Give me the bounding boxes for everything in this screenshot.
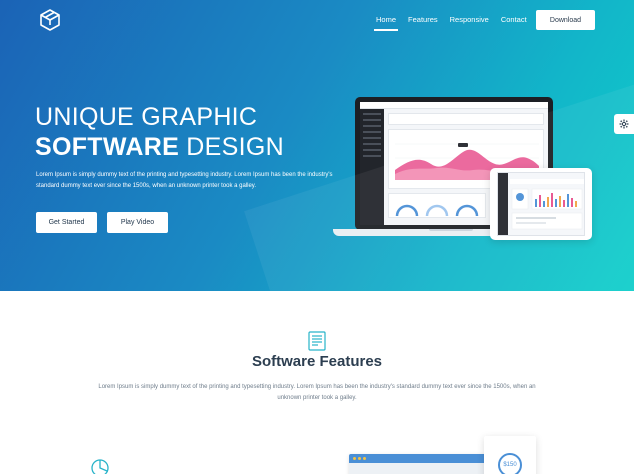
hero-description: Lorem Ipsum is simply dummy text of the … <box>36 172 333 189</box>
hero-section: Home Features Responsive Contact Downloa… <box>0 0 634 291</box>
document-list-icon <box>308 331 326 351</box>
pie-chart-icon <box>91 459 109 474</box>
price-card: $150 <box>484 436 536 474</box>
laptop-mockup <box>355 97 553 230</box>
play-video-button[interactable]: Play Video <box>107 212 168 233</box>
settings-toggle[interactable] <box>614 114 634 134</box>
tablet-screen <box>497 172 585 236</box>
tablet-mockup <box>490 168 592 240</box>
nav-responsive[interactable]: Responsive <box>450 15 489 24</box>
nav-features[interactable]: Features <box>408 15 438 24</box>
download-button[interactable]: Download <box>536 10 595 30</box>
wave-chart <box>395 143 539 180</box>
cube-logo-icon[interactable] <box>38 8 62 32</box>
gear-icon <box>619 119 629 129</box>
get-started-button[interactable]: Get Started <box>36 212 97 233</box>
hero-title-bold: SOFTWARE <box>35 133 180 161</box>
hero-title-line2: SOFTWARE DESIGN <box>35 133 284 162</box>
main-nav: Home Features Responsive Contact <box>373 0 539 38</box>
price-value: $150 <box>498 453 522 474</box>
hero-title-light: DESIGN <box>179 133 284 161</box>
laptop-base <box>333 229 569 236</box>
features-description: Lorem Ipsum is simply dummy text of the … <box>98 384 536 401</box>
features-title: Software Features <box>251 353 383 370</box>
wave-chart-card <box>388 129 544 189</box>
nav-contact[interactable]: Contact <box>501 15 527 24</box>
hero-title-line1: UNIQUE GRAPHIC <box>35 103 258 131</box>
tablet-dashboard <box>510 179 584 230</box>
laptop-screen <box>360 102 548 225</box>
browser-mockup <box>349 454 489 474</box>
landing-page: Home Features Responsive Contact Downloa… <box>0 0 634 474</box>
nav-home[interactable]: Home <box>373 15 399 31</box>
